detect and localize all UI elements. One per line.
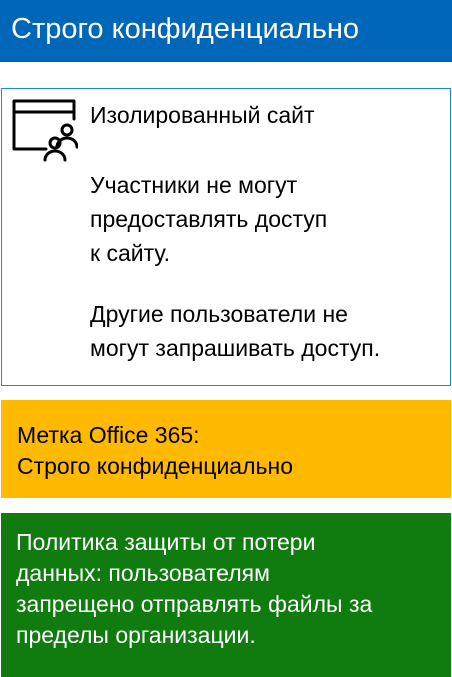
site-sharing-note: Участники не могут предоставлять доступ … [90,168,430,270]
office365-label-box: Метка Office 365: Строго конфиденциально [1,400,451,498]
site-access-request-note-line: могут запрашивать доступ. [90,335,381,361]
office365-label-line: Строго конфиденциально [17,453,293,479]
isolated-site-box: Изолированный сайт Участники не могут пр… [1,88,451,386]
site-window-people-icon [12,99,78,162]
header-title: Строго конфиденциально [11,13,359,45]
dlp-policy-box: Политика защиты от потери данных: пользо… [1,513,451,677]
site-sharing-note-line: к сайту. [90,240,170,266]
dlp-policy-line: Политика защиты от потери [16,529,316,555]
dlp-policy-line: данных: пользователям [16,560,270,586]
dlp-policy-line: пределы организации. [16,622,256,648]
site-access-request-note-line: Другие пользователи не [90,301,348,327]
header-banner: Строго конфиденциально [0,0,452,62]
office365-label-line: Метка Office 365: [17,422,200,448]
site-sharing-note-line: предоставлять доступ [90,206,328,232]
site-title: Изолированный сайт [90,102,315,128]
site-access-request-note: Другие пользователи не могут запрашивать… [90,297,430,365]
dlp-policy-line: запрещено отправлять файлы за [16,591,373,617]
site-sharing-note-line: Участники не могут [90,172,298,198]
